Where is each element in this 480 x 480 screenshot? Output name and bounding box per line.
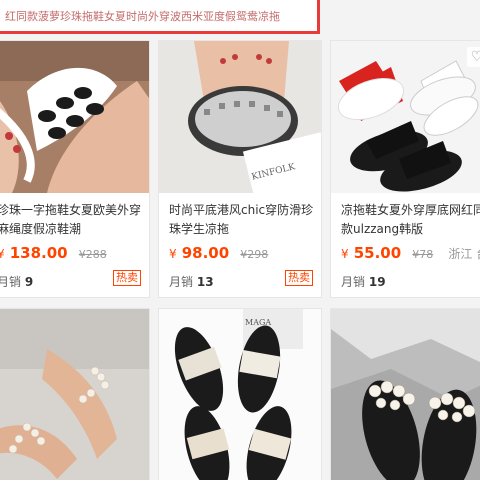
product-card[interactable]: MAGA (158, 308, 322, 480)
hot-sale-badge: 热卖 (285, 270, 313, 286)
search-query-bar[interactable]: 红同款菠萝珍珠拖鞋女夏时尚外穿波西米亚度假鸳鸯凉拖 (0, 0, 320, 34)
product-card[interactable] (330, 308, 480, 480)
product-image[interactable] (0, 309, 149, 480)
product-card[interactable]: ♡ 凉拖鞋女夏外穿厚底网红同款ulzzang韩版 ¥ 55.00 ¥78 浙江 … (330, 40, 480, 298)
product-image[interactable]: MAGA (159, 309, 321, 480)
monthly-sales: 月销 19 (341, 273, 386, 290)
product-title[interactable]: 凉拖鞋女夏外穿厚底网红同款ulzzang韩版 (341, 201, 480, 239)
sales-label: 月销 (169, 275, 194, 289)
product-card[interactable] (0, 308, 150, 480)
price-row: ¥ 98.00 ¥298 (169, 243, 268, 262)
monthly-sales: 月销 9 (0, 273, 33, 290)
hot-sale-badge: 热卖 (113, 270, 141, 286)
product-price: 55.00 (353, 244, 402, 262)
product-image[interactable]: KINFOLK (159, 41, 321, 193)
monthly-sales: 月销 13 (169, 273, 214, 290)
seller-location: 浙江 台州 (448, 247, 480, 261)
product-card[interactable]: 珍珠一字拖鞋女夏欧美外穿麻绳度假凉鞋潮 ¥ 138.00 ¥288 月销 9 热… (0, 40, 150, 298)
magazine-title: MAGA (245, 318, 271, 327)
product-image[interactable] (331, 309, 480, 480)
sales-count: 13 (196, 275, 214, 289)
sales-label: 月销 (341, 275, 366, 289)
product-card[interactable]: KINFOLK 时尚平底港风chic穿防滑珍珠学生凉拖 ¥ 98.00 ¥298… (158, 40, 322, 298)
currency-symbol: ¥ (169, 247, 177, 261)
product-title[interactable]: 珍珠一字拖鞋女夏欧美外穿麻绳度假凉鞋潮 (0, 201, 147, 239)
product-image[interactable]: ♡ (331, 41, 480, 193)
product-title[interactable]: 时尚平底港风chic穿防滑珍珠学生凉拖 (169, 201, 319, 239)
original-price: ¥288 (78, 248, 107, 261)
sales-count: 19 (368, 275, 386, 289)
product-image[interactable] (0, 41, 149, 193)
currency-symbol: ¥ (341, 247, 349, 261)
original-price: ¥78 (412, 248, 434, 261)
sales-count: 9 (24, 275, 34, 289)
currency-symbol: ¥ (0, 247, 5, 261)
product-price: 138.00 (9, 244, 68, 262)
original-price: ¥298 (240, 248, 269, 261)
product-price: 98.00 (181, 244, 230, 262)
search-query-text: 红同款菠萝珍珠拖鞋女夏时尚外穿波西米亚度假鸳鸯凉拖 (5, 10, 280, 23)
price-row: ¥ 138.00 ¥288 (0, 243, 107, 262)
sales-label: 月销 (0, 275, 22, 289)
price-row: ¥ 55.00 ¥78 浙江 台州 (341, 243, 480, 262)
heart-icon[interactable]: ♡ (467, 47, 480, 67)
